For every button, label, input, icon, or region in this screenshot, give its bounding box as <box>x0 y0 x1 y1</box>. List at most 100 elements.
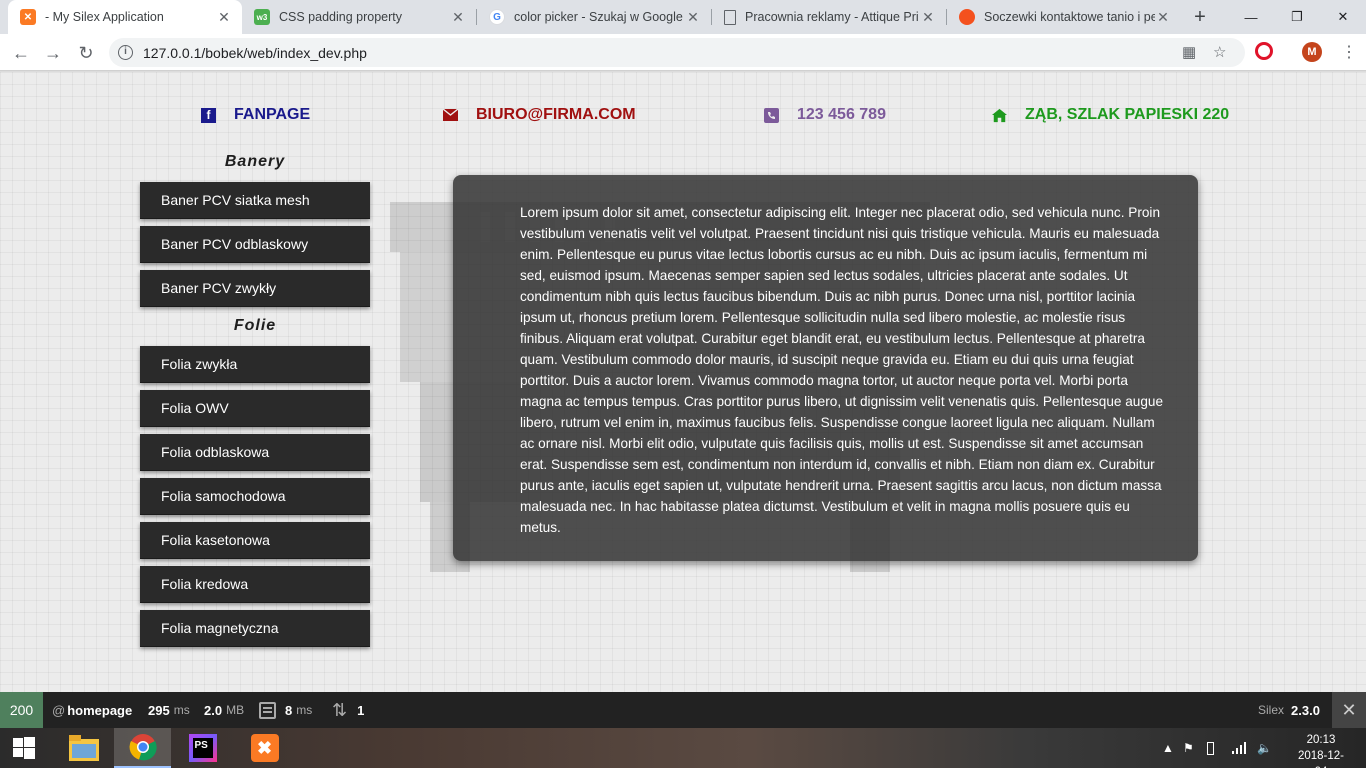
show-hidden-icons-icon[interactable]: ▲ <box>1162 728 1174 768</box>
tab-pracownia-reklamy[interactable]: Pracownia reklamy - Attique Pri ✕ <box>712 0 946 34</box>
menu-item-folia-zwykla[interactable]: Folia zwykła <box>140 346 370 383</box>
page-viewport: f FANPAGE BIURO@FIRMA.COM 123 456 789 ZĄ… <box>0 72 1366 692</box>
translate-icon[interactable]: ▦ <box>1182 43 1196 61</box>
close-window-icon[interactable]: ✕ <box>1320 0 1366 34</box>
menu-item-baner-siatka-mesh[interactable]: Baner PCV siatka mesh <box>140 182 370 219</box>
home-icon <box>992 108 1007 123</box>
phpstorm-icon[interactable]: PS <box>174 728 231 768</box>
route-prefix: @ <box>52 702 66 718</box>
network-icon[interactable] <box>1232 728 1246 768</box>
close-tab-icon[interactable]: ✕ <box>920 9 936 26</box>
clock-time: 20:13 <box>1306 734 1336 746</box>
orange-dot-icon <box>959 9 975 25</box>
content-panel: Lorem ipsum dolor sit amet, consectetur … <box>453 175 1198 561</box>
flag-icon[interactable]: ⚑ <box>1183 728 1194 768</box>
menu-item-folia-kredowa[interactable]: Folia kredowa <box>140 566 370 603</box>
debug-toolbar: 200 @ homepage 295 ms 2.0 MB 8 ms ⇅ 1 Si… <box>0 692 1366 728</box>
google-icon: G <box>489 9 505 25</box>
status-code-badge[interactable]: 200 <box>0 692 43 728</box>
opera-extension-icon[interactable] <box>1255 42 1273 60</box>
contact-address[interactable]: ZĄB, SZLAK PAPIESKI 220 <box>992 104 1229 126</box>
file-explorer-icon[interactable] <box>55 728 112 768</box>
framework-label: Silex <box>1258 703 1285 717</box>
memory-unit: MB <box>226 703 245 717</box>
section-title-banery: Banery <box>224 153 286 170</box>
menu-item-baner-odblaskowy[interactable]: Baner PCV odblaskowy <box>140 226 370 263</box>
contact-email-label: BIURO@FIRMA.COM <box>476 106 636 123</box>
contact-fanpage[interactable]: f FANPAGE <box>201 104 310 126</box>
time-value: 295 <box>148 702 170 718</box>
time-unit: ms <box>173 703 190 717</box>
url-text[interactable]: 127.0.0.1/bobek/web/index_dev.php <box>143 45 367 61</box>
browser-tab-strip: ✕ - My Silex Application ✕ w3 CSS paddin… <box>0 0 1366 34</box>
framework-info[interactable]: Silex 2.3.0 <box>1258 692 1320 728</box>
framework-version: 2.3.0 <box>1291 702 1320 718</box>
reload-icon[interactable]: ↻ <box>73 40 99 66</box>
tab-title: Pracownia reklamy - Attique Pri <box>745 10 919 24</box>
route-name: homepage <box>67 702 133 718</box>
close-tab-icon[interactable]: ✕ <box>450 9 466 26</box>
menu-item-folia-kasetonowa[interactable]: Folia kasetonowa <box>140 522 370 559</box>
contact-phone[interactable]: 123 456 789 <box>764 104 886 126</box>
close-toolbar-icon[interactable]: ✕ <box>1332 692 1366 728</box>
route-info[interactable]: @ homepage <box>52 692 132 728</box>
tab-css-padding[interactable]: w3 CSS padding property ✕ <box>242 0 476 34</box>
menu-icon[interactable]: ⋮ <box>1336 40 1362 66</box>
close-tab-icon[interactable]: ✕ <box>685 9 701 26</box>
contact-phone-label: 123 456 789 <box>797 106 886 123</box>
close-tab-icon[interactable]: ✕ <box>1155 9 1171 26</box>
address-bar[interactable]: i 127.0.0.1/bobek/web/index_dev.php ▦ ☆ <box>109 38 1245 67</box>
windows-start-icon[interactable] <box>0 728 48 768</box>
xampp-icon: ✕ <box>20 9 36 25</box>
tab-title: color picker - Szukaj w Google <box>514 10 683 24</box>
system-clock[interactable]: 20:13 2018-12-04 <box>1292 732 1350 768</box>
section-title-folie: Folie <box>233 317 277 334</box>
tab-title: Soczewki kontaktowe tanio i pe <box>984 10 1155 24</box>
events-info[interactable]: ⇅ 1 <box>332 692 364 728</box>
xampp-icon[interactable]: ✖ <box>236 728 293 768</box>
w3schools-icon: w3 <box>254 9 270 25</box>
restore-icon[interactable]: ❐ <box>1274 0 1320 34</box>
memory-value: 2.0 <box>204 702 223 718</box>
events-icon: ⇅ <box>332 699 348 720</box>
new-tab-button[interactable]: + <box>1188 5 1212 29</box>
menu-item-folia-owv[interactable]: Folia OWV <box>140 390 370 427</box>
forward-icon[interactable]: → <box>40 40 66 66</box>
facebook-icon: f <box>201 107 216 123</box>
twig-info[interactable]: 8 ms <box>259 692 312 728</box>
events-value: 1 <box>357 702 365 718</box>
back-icon[interactable]: ← <box>8 40 34 66</box>
menu-item-folia-odblaskowa[interactable]: Folia odblaskowa <box>140 434 370 471</box>
tab-title: - My Silex Application <box>45 10 164 24</box>
twig-unit: ms <box>296 703 313 717</box>
memory-info[interactable]: 2.0 MB <box>204 692 244 728</box>
clock-date: 2018-12-04 <box>1297 750 1345 768</box>
menu-item-baner-zwykly[interactable]: Baner PCV zwykły <box>140 270 370 307</box>
menu-item-folia-magnetyczna[interactable]: Folia magnetyczna <box>140 610 370 647</box>
twig-value: 8 <box>285 702 293 718</box>
battery-icon[interactable] <box>1207 728 1214 768</box>
windows-taskbar: PS ✖ ▲ ⚑ 🔈 20:13 2018-12-04 <box>0 728 1366 768</box>
menu-item-folia-samochodowa[interactable]: Folia samochodowa <box>140 478 370 515</box>
contact-fanpage-label: FANPAGE <box>234 106 311 123</box>
chrome-icon[interactable] <box>114 728 171 768</box>
minimize-icon[interactable]: — <box>1228 0 1274 34</box>
volume-icon[interactable]: 🔈 <box>1257 728 1272 768</box>
site-info-icon[interactable]: i <box>118 45 133 60</box>
contact-address-label: ZĄB, SZLAK PAPIESKI 220 <box>1025 106 1230 123</box>
bookmark-star-icon[interactable]: ☆ <box>1213 43 1226 61</box>
close-tab-icon[interactable]: ✕ <box>216 9 232 26</box>
contact-email[interactable]: BIURO@FIRMA.COM <box>443 104 636 126</box>
tab-title: CSS padding property <box>279 10 402 24</box>
phone-icon <box>764 107 779 123</box>
tab-color-picker[interactable]: G color picker - Szukaj w Google ✕ <box>477 0 711 34</box>
profile-avatar[interactable]: M <box>1302 42 1322 62</box>
envelope-icon <box>443 108 458 123</box>
tab-my-silex-application[interactable]: ✕ - My Silex Application ✕ <box>8 0 242 34</box>
tab-soczewki[interactable]: Soczewki kontaktowe tanio i pe ✕ <box>947 0 1181 34</box>
page-icon <box>724 9 736 25</box>
content-text: Lorem ipsum dolor sit amet, consectetur … <box>520 205 1164 535</box>
browser-toolbar: ← → ↻ i 127.0.0.1/bobek/web/index_dev.ph… <box>0 34 1366 71</box>
template-icon <box>259 701 276 719</box>
time-info[interactable]: 295 ms <box>148 692 190 728</box>
